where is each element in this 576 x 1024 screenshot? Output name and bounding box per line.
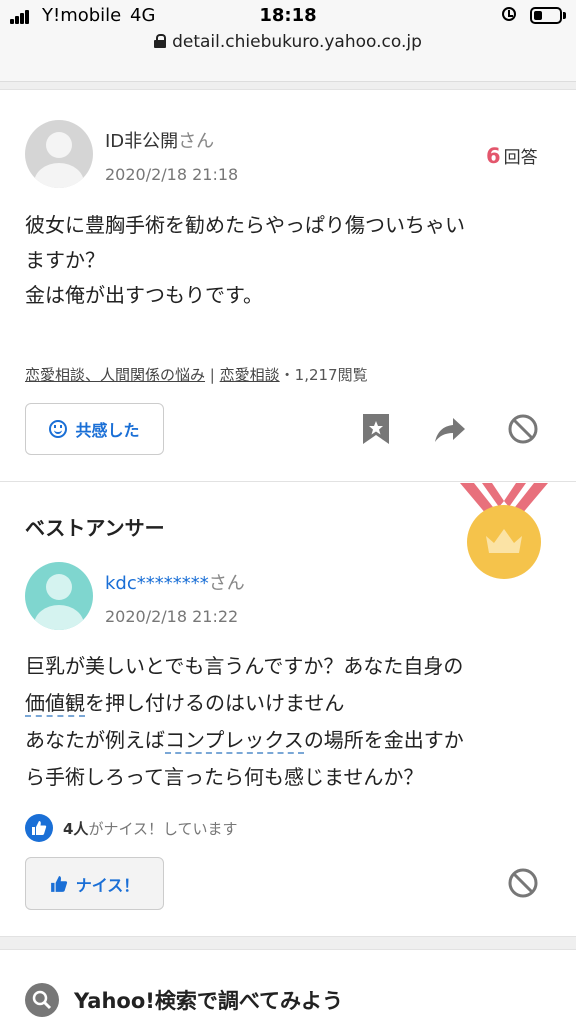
answer-line: ら手術しろって言ったら何も感じませんか？ [25, 765, 424, 789]
url-text: detail.chiebukuro.yahoo.co.jp [172, 32, 422, 52]
share-icon[interactable] [433, 412, 467, 446]
nice-summary: 4人 がナイス！しています [25, 814, 238, 842]
question-line: 金は俺が出すつもりです。 [25, 283, 263, 307]
smile-icon [49, 420, 68, 438]
best-answer-title: ベストアンサー [25, 516, 165, 540]
nice-button[interactable]: ナイス！ [25, 857, 164, 910]
view-count: ・1,217閲覧 [279, 366, 368, 384]
medal-icon [460, 483, 548, 579]
answer-user-suffix: さん [208, 573, 245, 594]
nice-text: がナイス！しています [88, 819, 238, 838]
category-link-1[interactable]: 恋愛相談、人間関係の悩み [25, 366, 205, 384]
question-user[interactable]: ID非公開さん [105, 127, 214, 153]
answer-line: あなたが例えばコンプレックスの場所を金出すか [25, 722, 560, 759]
alarm-icon [502, 7, 516, 21]
bookmark-icon[interactable] [359, 412, 393, 446]
keyword-link[interactable]: コンプレックス [165, 728, 304, 754]
section-divider [0, 936, 576, 950]
nice-count: 4人 [63, 819, 89, 838]
empathy-button-label: 共感した [75, 421, 140, 440]
clock: 18:18 [259, 5, 317, 26]
answer-line: 価値観を押し付けるのはいけません [25, 685, 560, 722]
empathy-button[interactable]: 共感した [25, 403, 164, 455]
search-icon[interactable] [25, 983, 59, 1017]
question-line: 彼女に豊胸手術を勧めたらやっぱり傷ついちゃい [25, 213, 465, 237]
answer-avatar[interactable] [25, 562, 93, 630]
question-avatar[interactable] [25, 120, 93, 188]
answer-count-number: 6 [486, 144, 501, 168]
question-body: 彼女に豊胸手術を勧めたらやっぱり傷ついちゃい ますか？ 金は俺が出すつもりです。 [25, 208, 555, 313]
answer-line-text: あなたが例えば [25, 728, 165, 752]
keyword-link[interactable]: 価値観 [25, 691, 85, 717]
nice-button-label: ナイス！ [75, 875, 140, 895]
question-line: ますか？ [25, 248, 105, 272]
status-bar: Y!mobile 4G 18:18 [0, 0, 576, 32]
thumbs-up-icon [25, 814, 53, 842]
question-user-name: ID非公開 [105, 131, 179, 152]
category-separator: | [209, 366, 215, 384]
battery-tip [563, 12, 566, 19]
question-date: 2020/2/18 21:18 [105, 165, 239, 184]
question-user-suffix: さん [178, 131, 215, 152]
search-section-title: Yahoo!検索で調べてみよう [74, 989, 343, 1013]
answer-count[interactable]: 6 回答 [486, 143, 538, 168]
block-icon[interactable] [506, 412, 540, 446]
answer-body: 巨乳が美しいとでも言うんですか？あなた自身の 価値観を押し付けるのはいけません … [25, 648, 560, 796]
answer-user-name: kdc******** [105, 573, 209, 594]
answer-line-text: を押し付けるのはいけません [85, 691, 345, 715]
section-divider [0, 82, 576, 90]
battery-icon [530, 7, 562, 24]
category-row: 恋愛相談、人間関係の悩み | 恋愛相談・1,217閲覧 [25, 364, 368, 385]
answer-line: 巨乳が美しいとでも言うんですか？あなた自身の [25, 654, 464, 678]
block-icon[interactable] [506, 866, 540, 900]
answer-line-text: の場所を金出すか [303, 728, 464, 752]
page-top-bar [0, 58, 576, 82]
category-link-2[interactable]: 恋愛相談 [220, 366, 280, 384]
answer-count-label: 回答 [503, 148, 538, 168]
lock-icon [154, 34, 167, 48]
thumbs-up-icon [50, 875, 67, 892]
answer-user[interactable]: kdc********さん [105, 569, 245, 595]
battery-level [534, 11, 542, 20]
url-bar[interactable]: detail.chiebukuro.yahoo.co.jp [0, 32, 576, 58]
answer-date: 2020/2/18 21:22 [105, 607, 239, 626]
